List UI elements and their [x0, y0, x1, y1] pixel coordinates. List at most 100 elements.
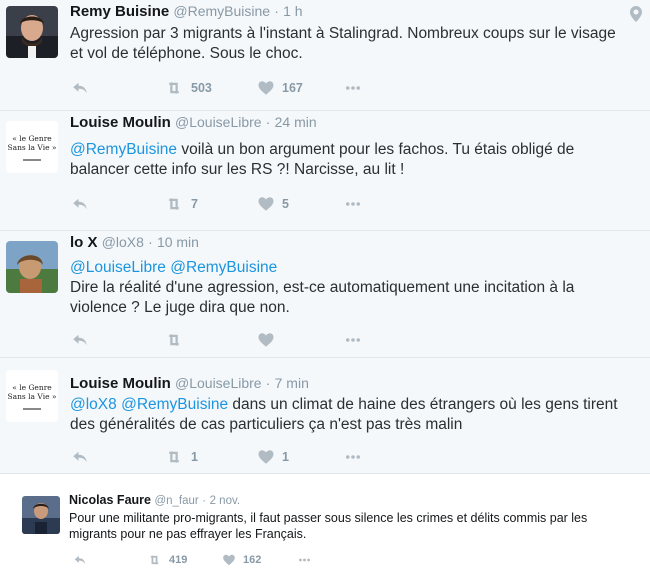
more-icon — [342, 448, 364, 466]
author-handle[interactable]: @LouiseLibre — [175, 375, 262, 391]
tweet-text: Pour une militante pro-migrants, il faut… — [69, 511, 588, 541]
heart-icon — [221, 553, 237, 567]
more-icon — [342, 79, 364, 97]
reply-button[interactable] — [70, 330, 90, 350]
avatar[interactable]: « le Genre Sans la Vie » — [6, 370, 58, 422]
svg-text:Sans la Vie »: Sans la Vie » — [7, 392, 56, 401]
retweet-count: 419 — [169, 554, 188, 566]
separator: · — [274, 3, 279, 19]
tweet-header: lo X @loX8 · 10 min — [70, 234, 630, 251]
retweet-icon — [163, 331, 185, 349]
retweet-count: 1 — [191, 450, 198, 464]
like-button[interactable]: 162 — [221, 550, 261, 570]
author-handle[interactable]: @LouiseLibre — [175, 114, 262, 130]
timestamp[interactable]: 24 min — [275, 114, 317, 130]
like-button[interactable]: 1 — [256, 447, 289, 467]
like-count: 5 — [282, 197, 289, 211]
tweet[interactable]: « le Genre Sans la Vie » Louise Moulin @… — [0, 358, 650, 474]
reply-button[interactable] — [70, 447, 90, 467]
separator: · — [148, 234, 153, 250]
retweet-icon — [163, 79, 185, 97]
svg-text:« le Genre: « le Genre — [12, 383, 52, 392]
like-button[interactable]: 167 — [256, 78, 303, 98]
timestamp[interactable]: 2 nov. — [210, 495, 240, 507]
tweet[interactable]: Remy Buisine @RemyBuisine · 1 h Agressio… — [0, 0, 650, 111]
heart-icon — [256, 195, 276, 213]
mentions-line: @LouiseLibre @RemyBuisine — [70, 258, 630, 278]
heart-icon — [256, 331, 276, 349]
tweet-header: Remy Buisine @RemyBuisine · 1 h — [70, 3, 630, 20]
more-icon — [342, 331, 364, 349]
retweet-icon — [146, 553, 163, 567]
mention-link[interactable]: @RemyBuisine — [121, 396, 228, 413]
tweet-header: Louise Moulin @LouiseLibre · 24 min — [70, 114, 630, 131]
reply-button[interactable] — [70, 78, 90, 98]
author-name[interactable]: Louise Moulin — [70, 114, 171, 131]
tweet-text: @loX8 @RemyBuisine dans un climat de hai… — [70, 395, 630, 435]
like-button[interactable] — [256, 330, 276, 350]
retweet-button[interactable]: 1 — [163, 447, 198, 467]
retweet-count: 503 — [191, 81, 212, 95]
separator: · — [265, 114, 271, 130]
tweet-header: Nicolas Faure @n_faur · 2 nov. — [69, 493, 630, 507]
retweet-button[interactable] — [163, 330, 185, 350]
like-button[interactable]: 5 — [256, 194, 289, 214]
mention-link[interactable]: @LouiseLibre — [70, 259, 166, 276]
tweet[interactable]: lo X @loX8 · 10 min @LouiseLibre @RemyBu… — [0, 231, 650, 358]
author-handle[interactable]: @RemyBuisine — [173, 3, 270, 19]
location-icon[interactable] — [630, 6, 642, 22]
more-button[interactable] — [342, 330, 364, 350]
svg-text:« le Genre: « le Genre — [12, 134, 52, 143]
reply-button[interactable] — [70, 194, 90, 214]
retweet-icon — [163, 195, 185, 213]
retweet-count: 7 — [191, 197, 198, 211]
reply-icon — [70, 79, 90, 97]
author-handle[interactable]: @loX8 — [102, 234, 144, 250]
reply-icon — [70, 195, 90, 213]
retweet-icon — [163, 448, 185, 466]
tweet-text: @LouiseLibre @RemyBuisine Dire la réalit… — [70, 258, 630, 318]
author-name[interactable]: Louise Moulin — [70, 375, 171, 392]
reply-icon — [72, 553, 88, 567]
tweet-text: Agression par 3 migrants à l'instant à S… — [70, 25, 616, 62]
avatar[interactable] — [6, 6, 58, 58]
more-icon — [342, 195, 364, 213]
tweet-text: @RemyBuisine voilà un bon argument pour … — [70, 140, 630, 180]
tweet[interactable]: « le Genre Sans la Vie » Louise Moulin @… — [0, 111, 650, 231]
heart-icon — [256, 448, 276, 466]
like-count: 167 — [282, 81, 303, 95]
tweet-text-content: Dire la réalité d'une agression, est-ce … — [70, 279, 575, 316]
reply-button[interactable] — [72, 550, 88, 570]
tweet-header: Louise Moulin @LouiseLibre · 7 min — [70, 375, 630, 392]
author-name[interactable]: Remy Buisine — [70, 3, 169, 20]
reply-icon — [70, 331, 90, 349]
author-name[interactable]: Nicolas Faure — [69, 493, 151, 507]
avatar[interactable] — [6, 241, 58, 293]
more-button[interactable] — [342, 194, 364, 214]
like-count: 1 — [282, 450, 289, 464]
tweet-thread: Remy Buisine @RemyBuisine · 1 h Agressio… — [0, 0, 650, 579]
retweet-button[interactable]: 7 — [163, 194, 198, 214]
timestamp[interactable]: 10 min — [157, 234, 199, 250]
more-button[interactable] — [342, 447, 364, 467]
retweet-button[interactable]: 503 — [163, 78, 212, 98]
more-button[interactable] — [296, 550, 313, 570]
separator: · — [265, 375, 271, 391]
more-button[interactable] — [342, 78, 364, 98]
reply-icon — [70, 448, 90, 466]
timestamp[interactable]: 7 min — [275, 375, 309, 391]
mention-link[interactable]: @RemyBuisine — [170, 259, 277, 276]
avatar[interactable] — [22, 496, 60, 534]
like-count: 162 — [243, 554, 262, 566]
more-icon — [296, 553, 313, 567]
author-handle[interactable]: @n_faur — [154, 495, 198, 507]
timestamp[interactable]: 1 h — [283, 3, 302, 19]
mention-link[interactable]: @RemyBuisine — [70, 141, 177, 158]
tweet[interactable]: Nicolas Faure @n_faur · 2 nov. Pour une … — [0, 474, 650, 579]
separator: · — [202, 495, 207, 507]
heart-icon — [256, 79, 276, 97]
retweet-button[interactable]: 419 — [146, 550, 187, 570]
mention-link[interactable]: @loX8 — [70, 396, 117, 413]
author-name[interactable]: lo X — [70, 234, 98, 251]
avatar[interactable]: « le Genre Sans la Vie » — [6, 121, 58, 173]
